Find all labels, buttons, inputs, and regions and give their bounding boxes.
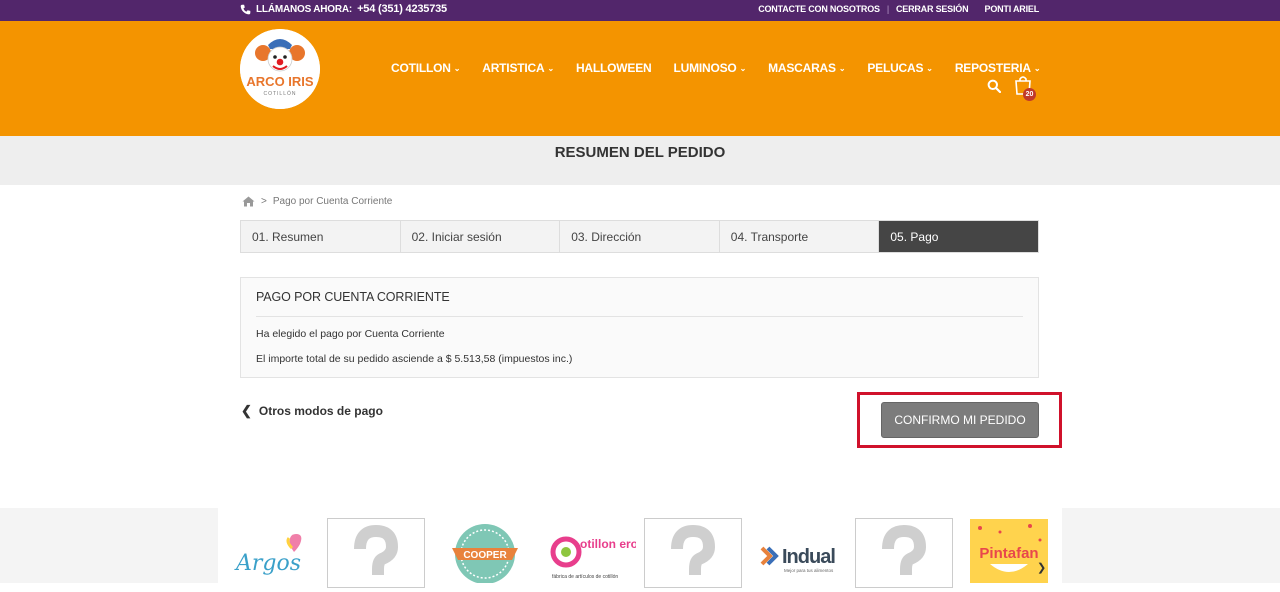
nav-label: REPOSTERIA [954,61,1031,75]
brand-placeholder[interactable] [855,518,953,588]
argos-text: Argos [234,551,301,576]
step-summary[interactable]: 01. Resumen [241,221,401,252]
breadcrumb: > Pago por Cuenta Corriente [242,196,392,207]
payment-method-text: Ha elegido el pago por Cuenta Corriente [256,328,445,340]
page-title-bar: RESUMEN DEL PEDIDO [0,136,1280,185]
nav-label: COTILLON [391,61,451,75]
cart-count-badge: 20 [1023,88,1036,101]
chevron-down-icon: ⌄ [547,63,554,73]
chevron-down-icon: ⌄ [739,63,747,73]
payment-panel: PAGO POR CUENTA CORRIENTE Ha elegido el … [240,277,1039,378]
order-total-text: El importe total de su pedido asciende a… [256,353,573,365]
chevron-down-icon: ⌄ [838,63,846,73]
divider: | [886,4,889,14]
breadcrumb-current: Pago por Cuenta Corriente [272,196,393,207]
nav-label: ARTISTICA [482,61,545,75]
back-link-label: Otros modos de pago [258,404,383,418]
cooper-text: COOPER [463,550,507,561]
brand-pintafan[interactable]: Pintafan [970,518,1048,588]
account-link[interactable]: PONTI ARIEL [985,4,1040,14]
chevron-down-icon: ⌄ [926,63,933,73]
brand-indual[interactable]: Indual Mejor para tus alimentos [758,518,856,588]
logo-subtext: COTILLÓN [263,90,296,97]
nav-label: LUMINOSO [673,61,737,75]
contact-link[interactable]: CONTACTE CON NOSOTROS [758,4,880,14]
nav-item-artistica[interactable]: ARTISTICA ⌄ [482,61,554,75]
step-address[interactable]: 03. Dirección [560,221,720,252]
main-nav: COTILLON ⌄ ARTISTICA ⌄ HALLOWEEN LUMINOSO ⌄… [391,61,1062,75]
other-payment-methods-link[interactable]: ❮ Otros modos de pago [241,403,383,419]
divider [256,316,1023,317]
brand-cotillon-lero[interactable]: otillon ero fábrica de artículos de coti… [546,518,644,588]
nav-item-luminoso[interactable]: LUMINOSO ⌄ [674,61,747,75]
cotillon-lero-subtext: fábrica de artículos de cotillón [552,574,618,580]
step-payment: 05. Pago [879,221,1038,252]
nav-item-mascaras[interactable]: MASCARAS ⌄ [768,61,845,75]
cotillon-lero-text: otillon ero [580,537,636,551]
question-mark-icon [882,524,927,575]
nav-item-halloween[interactable]: HALLOWEEN [576,61,652,75]
nav-item-cotillon[interactable]: COTILLON ⌄ [391,61,460,75]
indual-text: Indual [782,546,835,568]
step-shipping[interactable]: 04. Transporte [719,221,880,252]
pintafan-text: Pintafan [979,545,1038,562]
search-icon[interactable] [987,79,1001,93]
brand-placeholder[interactable] [644,518,742,588]
brand-argos[interactable]: Argos [228,518,326,588]
phone-icon [240,4,251,14]
cotillon-lero-logo: otillon ero fábrica de artículos de coti… [550,536,638,580]
nav-label: PELUCAS [867,61,924,75]
nav-item-reposteria[interactable]: REPOSTERIA ⌄ [955,61,1041,75]
question-mark-icon [671,524,716,575]
top-bar: LLÁMANOS AHORA: +54 (351) 4235735 CONTAC… [0,0,1280,21]
nav-item-pelucas[interactable]: PELUCAS ⌄ [867,61,933,75]
nav-label: HALLOWEEN [575,61,652,75]
phone-number: +54 (351) 4235735 [357,3,447,15]
home-icon[interactable] [242,196,255,207]
brand-placeholder[interactable] [327,518,425,588]
chevron-left-icon: ❮ [241,403,252,418]
phone-contact: LLÁMANOS AHORA: +54 (351) 4235735 [240,3,447,15]
page-title: RESUMEN DEL PEDIDO [554,144,726,161]
confirm-order-button[interactable]: CONFIRMO MI PEDIDO [881,402,1039,438]
top-links: CONTACTE CON NOSOTROS | CERRAR SESIÓN | … [758,4,1039,14]
store-logo[interactable]: ARCO IRIS COTILLÓN [240,29,320,109]
clown-logo-icon: ARCO IRIS COTILLÓN [240,29,320,109]
argos-logo: Argos [234,534,302,576]
chevron-down-icon: ⌄ [1033,63,1041,73]
logout-link[interactable]: CERRAR SESIÓN [896,4,969,14]
carousel-next-icon[interactable]: ❯ [1037,561,1046,574]
step-login[interactable]: 02. Iniciar sesión [400,221,561,252]
breadcrumb-separator: > [261,196,267,207]
indual-subtext: Mejor para tus alimentos [784,568,834,573]
payment-heading: PAGO POR CUENTA CORRIENTE [256,290,450,304]
site-header: ARCO IRIS COTILLÓN COTILLON ⌄ ARTISTICA ⌄ … [0,21,1280,136]
brands-carousel: Argos COOPER otillon ero fábrica de artí… [218,508,1062,588]
nav-label: MASCARAS [768,61,836,75]
checkout-steps: 01. Resumen 02. Iniciar sesión 03. Direc… [240,220,1039,253]
cooper-logo: COOPER [452,524,518,584]
chevron-down-icon: ⌄ [453,63,461,73]
question-mark-icon [354,524,399,575]
logo-text: ARCO IRIS [246,74,314,89]
brand-cooper[interactable]: COOPER [440,518,538,588]
phone-label: LLÁMANOS AHORA: [256,3,353,15]
indual-logo: Indual Mejor para tus alimentos [760,546,836,573]
